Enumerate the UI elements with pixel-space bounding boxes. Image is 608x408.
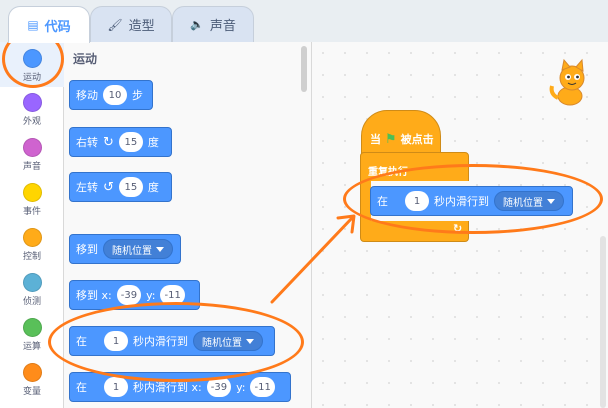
block-text: 度 bbox=[147, 136, 159, 149]
turn-right-block[interactable]: 右转 ↻ 15 度 bbox=[69, 127, 172, 157]
x-input[interactable]: -39 bbox=[116, 285, 142, 305]
code-icon: ▤ bbox=[27, 18, 39, 32]
block-text: 步 bbox=[132, 89, 143, 102]
looks-category-icon bbox=[22, 93, 42, 112]
tab-code[interactable]: ▤ 代码 bbox=[8, 6, 90, 43]
sprite-cat-icon bbox=[549, 58, 585, 106]
goto-block[interactable]: 移到 随机位置 bbox=[69, 234, 181, 264]
category-control[interactable]: 控制 bbox=[0, 222, 64, 267]
green-flag-icon: ⚑ bbox=[385, 131, 397, 147]
block-text: 右转 bbox=[76, 136, 98, 149]
code-area-scrollbar[interactable] bbox=[600, 236, 606, 408]
degrees-input[interactable]: 15 bbox=[118, 132, 143, 152]
palette-section-title: 运动 bbox=[73, 52, 98, 66]
goto-target-dropdown[interactable]: 随机位置 bbox=[103, 239, 173, 259]
hat-suffix: 被点击 bbox=[400, 133, 434, 146]
category-looks[interactable]: 外观 bbox=[0, 87, 64, 132]
editor-tab-bar: ▤ 代码 🖌 造型 🔈 声音 bbox=[0, 0, 608, 43]
when-flag-clicked-block[interactable]: 当 ⚑ 被点击 bbox=[361, 110, 441, 158]
sensing-category-icon bbox=[22, 273, 42, 292]
tab-sounds-label: 声音 bbox=[209, 19, 236, 34]
degrees-input[interactable]: 15 bbox=[118, 177, 143, 197]
category-label: 事件 bbox=[22, 207, 41, 217]
category-label: 外观 bbox=[22, 117, 41, 127]
block-text: 移到 x: bbox=[76, 289, 112, 302]
category-variables[interactable]: 变量 bbox=[0, 357, 64, 402]
steps-input[interactable]: 10 bbox=[103, 85, 127, 105]
highlight-ring-script-block bbox=[343, 164, 603, 234]
y-input[interactable]: -11 bbox=[250, 377, 275, 397]
category-events[interactable]: 事件 bbox=[0, 177, 64, 222]
category-sensing[interactable]: 侦测 bbox=[0, 267, 64, 312]
category-label: 控制 bbox=[22, 252, 41, 262]
dropdown-value: 随机位置 bbox=[112, 245, 152, 257]
events-category-icon bbox=[22, 183, 42, 202]
rotate-right-icon: ↻ bbox=[103, 134, 114, 150]
operators-category-icon bbox=[22, 318, 42, 337]
block-text: y: bbox=[146, 288, 156, 302]
rotate-left-icon: ↺ bbox=[103, 179, 114, 195]
tab-code-label: 代码 bbox=[44, 19, 71, 35]
brush-icon: 🖌 bbox=[107, 17, 123, 32]
block-text: 在 bbox=[76, 381, 87, 394]
category-label: 侦测 bbox=[22, 297, 41, 307]
block-text: 度 bbox=[147, 181, 159, 194]
turn-left-block[interactable]: 左转 ↺ 15 度 bbox=[69, 172, 172, 202]
tab-costumes[interactable]: 🖌 造型 bbox=[90, 6, 172, 42]
category-label: 声音 bbox=[22, 162, 41, 172]
control-category-icon bbox=[22, 228, 42, 247]
seconds-input[interactable]: 1 bbox=[104, 377, 128, 397]
category-label: 变量 bbox=[22, 387, 41, 397]
block-text: 移到 bbox=[76, 243, 98, 256]
tab-costumes-label: 造型 bbox=[128, 19, 155, 34]
category-sound[interactable]: 声音 bbox=[0, 132, 64, 177]
sound-category-icon bbox=[22, 138, 42, 157]
block-text: 左转 bbox=[76, 181, 98, 194]
block-text: 移动 bbox=[76, 89, 98, 102]
variables-category-icon bbox=[22, 363, 42, 382]
drag-arrow-icon bbox=[270, 214, 356, 304]
speaker-icon: 🔈 bbox=[190, 18, 204, 31]
tab-sounds[interactable]: 🔈 声音 bbox=[172, 6, 254, 42]
highlight-ring-palette-block bbox=[48, 302, 304, 382]
chevron-down-icon bbox=[156, 246, 164, 252]
move-steps-block[interactable]: 移动 10 步 bbox=[69, 80, 153, 110]
palette-scrollbar[interactable] bbox=[301, 46, 307, 92]
hat-label: 当 bbox=[370, 133, 381, 146]
block-text: y: bbox=[236, 380, 246, 394]
